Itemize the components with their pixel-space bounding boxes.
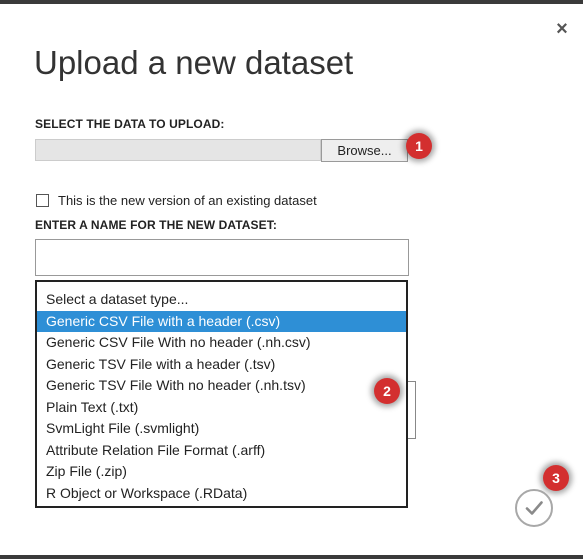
dataset-type-option-tsv-header[interactable]: Generic TSV File with a header (.tsv) [37, 354, 406, 376]
step-badge-3: 3 [543, 465, 569, 491]
file-path-field[interactable] [35, 139, 321, 161]
checkmark-icon [525, 501, 543, 515]
step-badge-2: 2 [374, 378, 400, 404]
close-icon[interactable]: × [552, 19, 572, 39]
dataset-name-input[interactable] [35, 239, 409, 276]
dataset-type-option-zip[interactable]: Zip File (.zip) [37, 461, 406, 483]
dataset-type-option-csv-no-header[interactable]: Generic CSV File With no header (.nh.csv… [37, 332, 406, 354]
name-section-label: ENTER A NAME FOR THE NEW DATASET: [35, 218, 277, 232]
dialog-top-border [0, 0, 583, 4]
dataset-type-dropdown[interactable]: Select a dataset type... Generic CSV Fil… [35, 280, 408, 508]
dataset-type-option-tsv-no-header[interactable]: Generic TSV File With no header (.nh.tsv… [37, 375, 406, 397]
dialog-title: Upload a new dataset [34, 44, 354, 81]
step-badge-1: 1 [406, 133, 432, 159]
dataset-type-option-svmlight[interactable]: SvmLight File (.svmlight) [37, 418, 406, 440]
upload-section-label: SELECT THE DATA TO UPLOAD: [35, 117, 225, 131]
dialog-bottom-border [0, 555, 583, 559]
ok-button[interactable] [515, 489, 553, 527]
dataset-type-option-plain-text[interactable]: Plain Text (.txt) [37, 397, 406, 419]
dataset-type-option-arff[interactable]: Attribute Relation File Format (.arff) [37, 440, 406, 462]
dataset-type-option-placeholder[interactable]: Select a dataset type... [37, 289, 406, 311]
dataset-type-option-rdata[interactable]: R Object or Workspace (.RData) [37, 483, 406, 505]
dataset-type-option-csv-header[interactable]: Generic CSV File with a header (.csv) [37, 310, 406, 332]
browse-button[interactable]: Browse... [321, 139, 408, 162]
new-version-label: This is the new version of an existing d… [58, 193, 317, 208]
dataset-type-field-edge [407, 381, 416, 439]
new-version-checkbox[interactable] [36, 194, 49, 207]
